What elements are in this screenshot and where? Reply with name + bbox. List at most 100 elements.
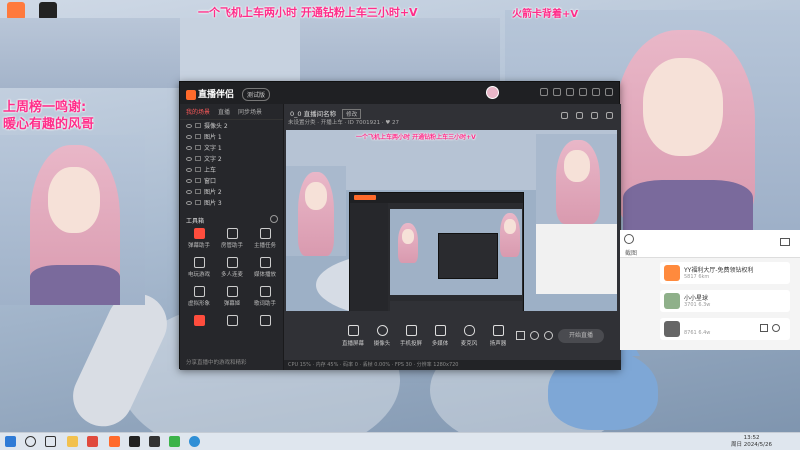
app-icon[interactable] (87, 436, 98, 447)
title-bar[interactable]: 直播伴侣 测试版 (180, 82, 619, 104)
settings-icon[interactable] (544, 331, 553, 340)
left-footer-hint: 分享直播中的游戏和精彩 (186, 360, 247, 366)
scene-item[interactable]: 图片 3 (180, 197, 283, 208)
menu-icon[interactable] (566, 88, 574, 96)
scene-panel: 我的场景 直播 同步场景 摄像头 2 图片 1 文字 1 文字 2 上车 窗口 … (180, 104, 284, 370)
camera-feed-top (0, 18, 500, 88)
app-icon[interactable] (129, 436, 140, 447)
eye-icon[interactable] (186, 189, 192, 194)
lyrics-icon (259, 286, 271, 297)
eye-icon[interactable] (186, 134, 192, 139)
eye-icon[interactable] (186, 200, 192, 205)
tool-lyrics[interactable]: 歌词助手 (250, 286, 280, 307)
wechat-icon[interactable] (169, 436, 180, 447)
scene-item[interactable]: 图片 2 (180, 186, 283, 197)
link-icon (226, 257, 238, 268)
add-screen-button[interactable]: 直播屏幕 (340, 325, 366, 347)
live-companion-taskbar-icon[interactable] (109, 436, 120, 447)
scene-item[interactable]: 上车 (180, 164, 283, 175)
thanks-line-2: 暖心有趣的风哥 (3, 117, 95, 132)
text-icon (195, 167, 201, 172)
eye-icon[interactable] (186, 156, 192, 161)
tab-sync[interactable]: 同步场景 (238, 107, 262, 116)
user-avatar[interactable] (486, 86, 499, 99)
scene-item[interactable]: 图片 1 (180, 131, 283, 142)
settings-icon[interactable] (772, 324, 780, 332)
top-right-banner: 火箭卡背着+V (512, 9, 579, 20)
app-thumbnail (664, 293, 680, 309)
record-icon[interactable] (516, 331, 525, 340)
add-camera-button[interactable]: 摄像头 (369, 325, 395, 347)
scene-item[interactable]: 文字 2 (180, 153, 283, 164)
app-icon[interactable] (149, 436, 160, 447)
tool-avatar[interactable]: 虚拟形象 (184, 286, 214, 307)
eye-icon[interactable] (186, 145, 192, 150)
search-icon[interactable] (25, 436, 36, 447)
stream-preview[interactable]: 一个飞机上车两小时 开通钻粉上车三小时+V (286, 130, 617, 311)
list-item[interactable]: YY福利大厅-免费领钻权利 5817 6km (660, 262, 790, 284)
room-meta: 未设置分类 · 开播上车 · ID 7001921 · ♥ 27 (288, 120, 400, 126)
tab-live[interactable]: 直播 (218, 107, 230, 116)
task-view-icon[interactable] (45, 436, 56, 447)
file-explorer-icon[interactable] (67, 436, 78, 447)
extra-icon (193, 315, 205, 326)
side-panel: 截图 YY福利大厅-免费领钻权利 5817 6km 小小星球 3701 6.3w… (620, 230, 800, 350)
tool-games[interactable]: 电玩游戏 (184, 257, 214, 278)
screenshot-icon[interactable] (624, 234, 634, 244)
tool-host-task[interactable]: 主播任务 (250, 228, 280, 249)
source-toolbar: 直播屏幕 摄像头 手机投屏 多媒体 麦克风 扬声器 开始直播 (284, 319, 621, 359)
chat-icon[interactable] (760, 324, 768, 332)
phone-icon (405, 325, 417, 336)
live-topic: 0_0 直播间名称 (290, 110, 337, 118)
nested-app-window (349, 192, 524, 311)
start-live-button[interactable]: 开始直播 (558, 329, 604, 343)
text-icon (195, 145, 201, 150)
maximize-icon[interactable] (592, 88, 600, 96)
list-item[interactable]: 8761 6.4w (660, 318, 790, 340)
eye-icon[interactable] (186, 167, 192, 172)
eye-icon[interactable] (186, 123, 192, 128)
system-clock[interactable]: 13:52 周日 2024/5/26 (731, 435, 772, 449)
windows-start-icon[interactable] (5, 436, 16, 447)
speaker-button[interactable]: 扬声器 (485, 325, 511, 347)
lock-icon[interactable] (561, 112, 568, 119)
task-icon (259, 228, 271, 239)
eye-icon[interactable] (530, 331, 539, 340)
scene-tabs: 我的场景 直播 同步场景 (180, 104, 283, 120)
avatar-icon (193, 286, 205, 297)
toolbox-settings-icon[interactable] (270, 215, 278, 223)
scene-item[interactable]: 窗口 (180, 175, 283, 186)
tool-danmaku-helper[interactable]: 弹幕助手 (184, 228, 214, 249)
multimedia-button[interactable]: 多媒体 (427, 325, 453, 347)
tool-media-play[interactable]: 媒体播放 (250, 257, 280, 278)
list-item[interactable]: 小小星球 3701 6.3w (660, 290, 790, 312)
eye-icon[interactable] (186, 178, 192, 183)
settings-icon[interactable] (606, 112, 613, 119)
browser-icon[interactable] (189, 436, 200, 447)
screenshot-icon[interactable] (591, 112, 598, 119)
game-icon (193, 257, 205, 268)
scene-item[interactable]: 摄像头 2 (180, 120, 283, 131)
camera-icon (376, 325, 388, 336)
layout-icon[interactable] (576, 112, 583, 119)
microphone-button[interactable]: 麦克风 (456, 325, 482, 347)
tool-multi-link[interactable]: 多人连麦 (217, 257, 247, 278)
app-thumbnail (664, 265, 680, 281)
tab-my-scenes[interactable]: 我的场景 (186, 107, 210, 116)
live-companion-window[interactable]: 直播伴侣 测试版 我的场景 直播 同步场景 摄像头 2 图片 1 文字 1 文字… (179, 81, 621, 370)
phone-cast-button[interactable]: 手机投屏 (398, 325, 424, 347)
video-icon[interactable] (780, 238, 790, 246)
tool-extra[interactable] (184, 315, 214, 328)
speaker-icon (492, 325, 504, 336)
tool-extra[interactable] (217, 315, 247, 328)
side-panel-header: 截图 (620, 230, 800, 258)
settings-icon[interactable] (540, 88, 548, 96)
tool-room-admin[interactable]: 房管助手 (217, 228, 247, 249)
preview-banner: 一个飞机上车两小时 开通钻粉上车三小时+V (356, 134, 476, 141)
close-icon[interactable] (605, 88, 613, 96)
tool-danmaku-bot[interactable]: 弹幕姬 (217, 286, 247, 307)
message-icon[interactable] (553, 88, 561, 96)
tool-extra[interactable] (250, 315, 280, 328)
scene-item[interactable]: 文字 1 (180, 142, 283, 153)
minimize-icon[interactable] (579, 88, 587, 96)
